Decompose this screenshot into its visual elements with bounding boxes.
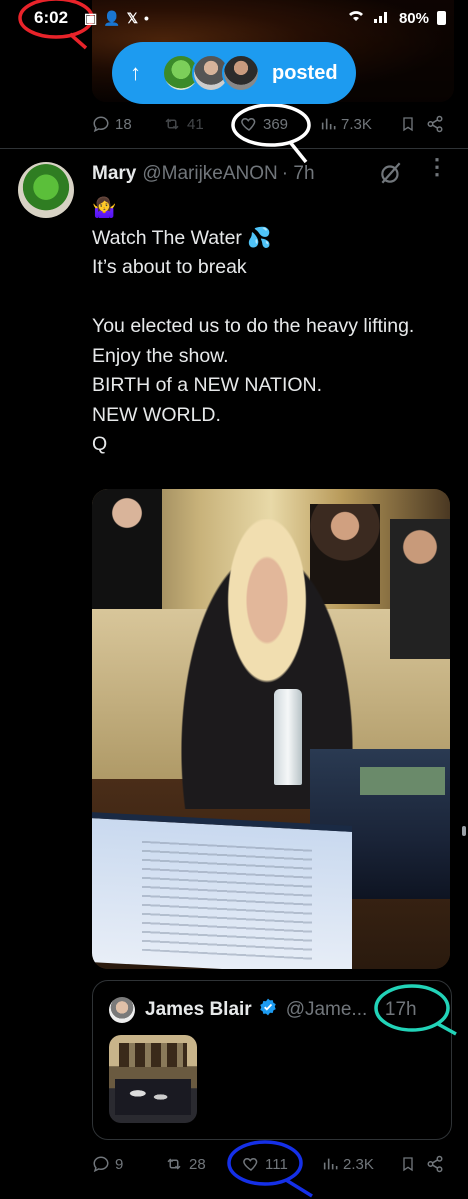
scrollbar[interactable]	[462, 826, 466, 836]
wifi-icon	[347, 9, 365, 27]
views-count: 7.3K	[341, 115, 372, 133]
verified-icon	[258, 997, 278, 1023]
like-count: 369	[263, 115, 289, 133]
gallery-icon: ▣	[84, 9, 98, 26]
bookmark-button[interactable]	[400, 115, 416, 133]
tweet-photo[interactable]	[92, 489, 450, 969]
photo-person-far-right	[390, 519, 450, 659]
repost-button[interactable]: 41	[162, 115, 204, 133]
divider	[0, 148, 468, 149]
repost-count: 28	[189, 1155, 206, 1173]
bookmark-button[interactable]	[400, 1155, 416, 1173]
views-button[interactable]: 7.3K	[320, 116, 372, 133]
grok-icon[interactable]	[378, 160, 404, 191]
author-name[interactable]: Mary	[92, 163, 136, 185]
quoted-header: James Blair @Jame... · 17h	[145, 995, 417, 1025]
posted-label: posted	[272, 61, 338, 84]
like-button[interactable]: 111	[242, 1155, 288, 1173]
views-count: 2.3K	[343, 1155, 374, 1173]
views-icon	[321, 118, 336, 130]
new-posts-pill[interactable]: ↑ posted	[112, 42, 356, 104]
views-button[interactable]: 2.3K	[322, 1156, 374, 1173]
notification-icons: ▣ 👤 𝕏 •	[84, 10, 149, 27]
bookmark-icon	[403, 117, 413, 132]
status-bar: 6:02 ▣ 👤 𝕏 • 80%	[0, 0, 468, 36]
x-logo-icon: 𝕏	[126, 9, 138, 26]
tweet-body: 🤷‍♀️ Watch The Water 💦 It’s about to bre…	[92, 194, 452, 460]
repost-count: 41	[187, 115, 204, 133]
tweet-header: Mary @MarijkeANON · 7h	[92, 160, 315, 188]
more-icon[interactable]: ⋮	[426, 156, 448, 178]
like-button[interactable]: 369	[240, 115, 288, 133]
arrow-up-icon: ↑	[130, 60, 141, 85]
photo-person-left	[92, 489, 162, 609]
author-handle[interactable]: @MarijkeANON	[142, 163, 277, 185]
author-avatar[interactable]	[18, 162, 74, 218]
quoted-author-handle: @Jame...	[285, 999, 368, 1020]
photo-water-bottle	[274, 689, 302, 785]
quoted-tweet[interactable]: James Blair @Jame... · 17h	[92, 980, 452, 1140]
reply-icon	[93, 1156, 109, 1173]
reply-count: 18	[115, 115, 132, 133]
quoted-author-name: James Blair	[145, 999, 252, 1020]
quoted-avatar	[109, 997, 135, 1023]
status-time: 6:02	[34, 8, 69, 27]
bookmark-icon	[403, 1157, 413, 1172]
battery-icon	[437, 11, 446, 25]
repost-button[interactable]: 28	[164, 1155, 206, 1173]
repost-icon	[165, 118, 179, 130]
dot-icon: •	[143, 10, 149, 26]
share-icon	[427, 115, 443, 133]
quoted-photo[interactable]	[109, 1035, 197, 1123]
reply-button[interactable]: 18	[92, 115, 132, 133]
avatar	[222, 54, 260, 92]
previous-tweet-actions: 18 41 369 7.3K	[92, 110, 452, 138]
reply-count: 9	[115, 1155, 124, 1173]
tweet-time[interactable]: · 7h	[282, 163, 315, 185]
signal-icon	[373, 9, 391, 27]
share-button[interactable]	[426, 1155, 444, 1173]
share-icon	[427, 1155, 443, 1173]
reply-button[interactable]: 9	[92, 1155, 123, 1173]
person-add-icon: 👤	[103, 9, 121, 26]
emoji: 🤷‍♀️	[92, 197, 117, 219]
battery-percent: 80%	[398, 9, 429, 27]
reply-icon	[93, 116, 109, 133]
pill-avatars	[162, 54, 260, 92]
like-count: 111	[265, 1155, 288, 1173]
repost-icon	[167, 1158, 181, 1170]
views-icon	[323, 1158, 338, 1170]
photo-laptop	[92, 812, 352, 969]
quoted-time: · 17h	[373, 999, 417, 1020]
like-icon	[241, 117, 256, 131]
share-button[interactable]	[426, 115, 444, 133]
tweet-text: Watch The Water 💦 It’s about to break Yo…	[92, 226, 415, 456]
status-right: 80%	[347, 9, 446, 27]
tweet-actions: 9 28 111 2.3K	[92, 1150, 452, 1178]
like-icon	[243, 1157, 258, 1171]
